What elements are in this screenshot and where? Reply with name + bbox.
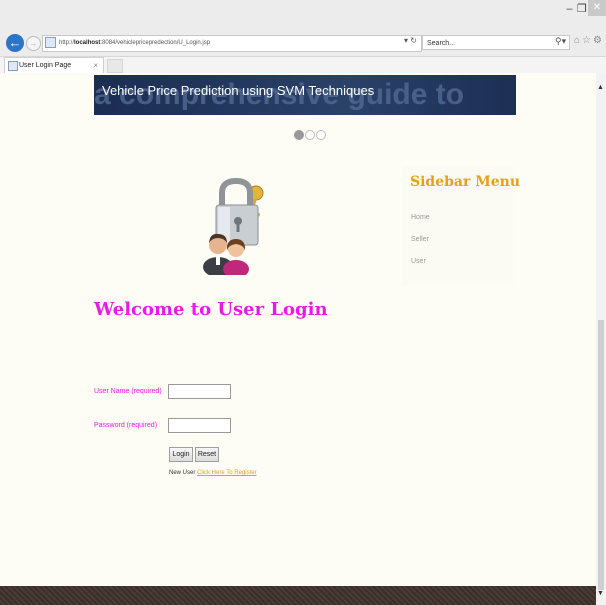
navigation-bar: ← → http://localhost:8084/vehiclepricepr… [0,30,606,57]
password-input[interactable] [168,418,231,433]
url-path: :8084/vehiclepricepredection/U_Login.jsp [100,40,211,46]
username-label: User Name (required) [94,388,162,395]
address-bar[interactable]: http://localhost:8084/vehiclepricepredec… [42,35,422,52]
login-button[interactable]: Login [169,447,193,462]
new-tab-button[interactable] [107,59,123,73]
user-login-illustration [203,177,264,275]
forward-button[interactable]: → [26,36,41,51]
carousel-dot[interactable] [305,130,315,140]
tab-favicon-icon [8,61,18,71]
back-button[interactable]: ← [6,34,24,52]
new-user-text: New User [169,470,198,476]
tab-close-icon[interactable]: × [93,58,98,74]
sidebar-title: Sidebar Menu [410,174,520,190]
sidebar-link-user[interactable]: User [411,258,426,265]
home-star-settings-icons[interactable]: ⌂☆⚙ [574,35,604,46]
restore-icon[interactable]: ❐ [577,2,587,15]
search-input[interactable]: Search... [422,35,570,50]
header-banner: a comprehensive guide to Vehicle Price P… [94,75,516,115]
search-icon[interactable]: ⚲▾ [555,36,566,47]
username-input[interactable] [168,384,231,399]
url-prefix: http:// [59,40,75,46]
carousel-dot[interactable] [294,130,304,140]
new-user-prompt: New User Click Here To Register [169,470,257,476]
url-host: localhost [74,40,101,46]
scroll-down-icon[interactable]: ▼ [597,590,604,597]
page-title: Welcome to User Login [94,299,328,320]
page-favicon-icon [45,36,56,48]
close-icon[interactable]: ✕ [588,0,606,16]
register-link[interactable]: Click Here To Register [197,470,257,476]
refresh-icon[interactable]: ▾ ↻ [404,36,417,45]
sidebar-link-seller[interactable]: Seller [411,236,429,243]
sidebar-menu: Sidebar Menu Home Seller User [403,166,520,286]
sidebar-link-home[interactable]: Home [411,214,430,221]
site-title: Vehicle Price Prediction using SVM Techn… [102,83,375,98]
tab-user-login-page[interactable]: User Login Page × [4,57,104,73]
minimize-icon[interactable]: ‒ [566,2,573,15]
tab-bar: User Login Page × [0,57,606,73]
tab-title: User Login Page [19,62,72,69]
title-bar: ‒ ❐ ✕ [0,0,606,30]
page-footer [0,586,596,605]
scroll-up-icon[interactable]: ▲ [597,84,604,91]
reset-button[interactable]: Reset [195,447,219,462]
password-label: Password (required) [94,422,158,429]
carousel-dot[interactable] [316,130,326,140]
scrollbar-thumb[interactable] [598,320,604,590]
carousel-indicators [294,127,327,145]
